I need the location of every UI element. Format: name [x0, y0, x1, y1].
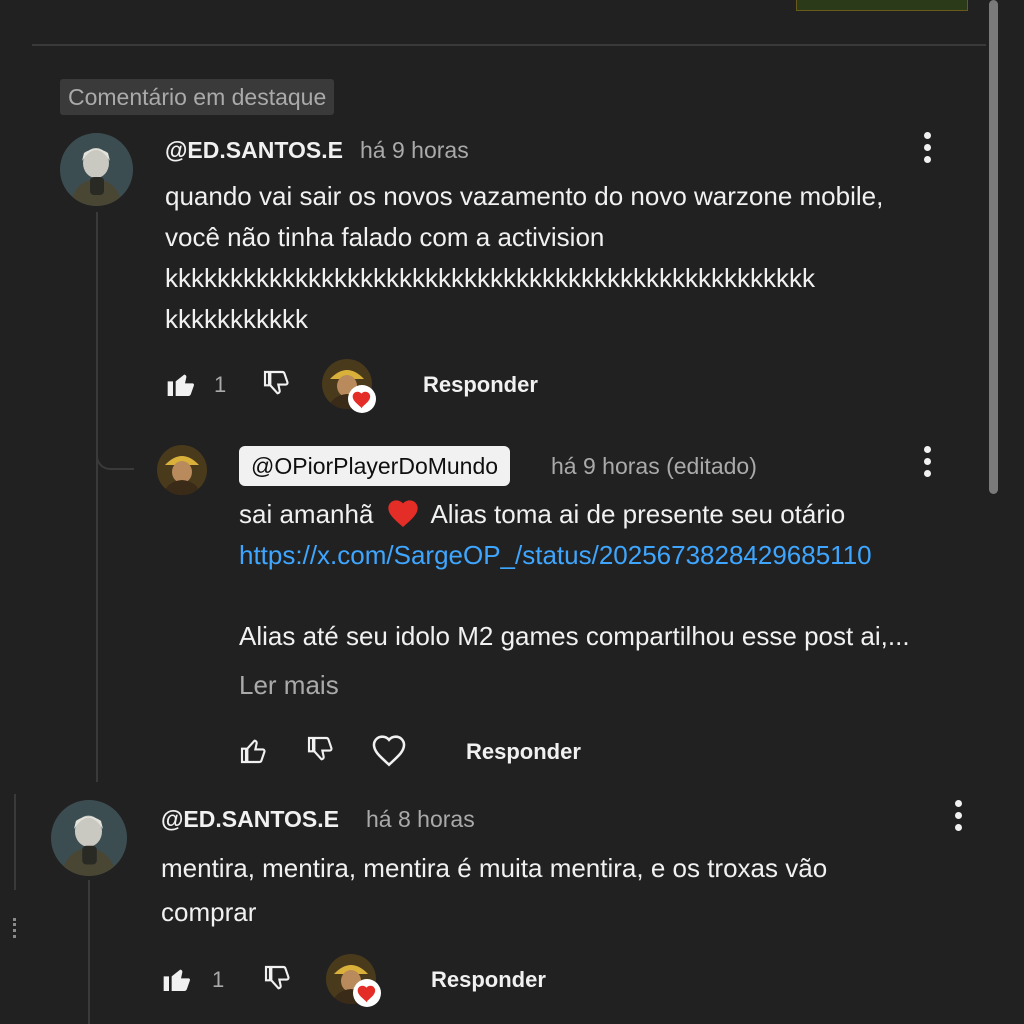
thumbs-down-icon[interactable]: [305, 734, 337, 771]
heart-icon: [348, 385, 376, 418]
avatar[interactable]: [157, 445, 207, 495]
reply-button[interactable]: Responder: [423, 372, 538, 398]
left-edge-dots: [13, 918, 19, 938]
thumbs-down-icon[interactable]: [262, 963, 294, 1000]
comment-text: mentira, mentira, mentira é muita mentir…: [161, 853, 828, 927]
avatar[interactable]: [60, 133, 133, 206]
pinned-comment-label: Comentário em destaque: [60, 79, 335, 115]
video-thumbnail-edge[interactable]: [796, 0, 968, 11]
reply-link[interactable]: https://x.com/SargeOP_/status/2025673828…: [239, 540, 872, 571]
thread-line: [96, 212, 98, 782]
left-edge-line: [14, 794, 16, 890]
heart-outline-icon[interactable]: [370, 732, 408, 773]
like-count: 1: [212, 967, 225, 992]
comment-text: quando vai sair os novos vazamento do no…: [165, 181, 884, 334]
thumbs-up-icon[interactable]: [238, 734, 270, 771]
section-divider: [32, 44, 986, 46]
more-vert-icon[interactable]: [924, 132, 932, 168]
scrollbar[interactable]: [989, 0, 998, 494]
thread-branch: [96, 420, 134, 470]
thumbs-up-icon[interactable]: [161, 963, 193, 1000]
heart-icon: [353, 979, 381, 1012]
reply-text-line3: Alias até seu idolo M2 games compartilho…: [239, 621, 910, 651]
thumbs-down-icon[interactable]: [261, 368, 293, 405]
comment-timestamp[interactable]: há 9 horas: [360, 137, 469, 164]
reply-timestamp[interactable]: há 9 horas (editado): [551, 453, 757, 480]
comment-timestamp[interactable]: há 8 horas: [366, 806, 475, 833]
more-vert-icon[interactable]: [924, 446, 932, 482]
heart-emoji-icon: [387, 498, 419, 540]
comment-author[interactable]: @ED.SANTOS.E: [161, 806, 339, 833]
thread-line: [88, 880, 90, 1024]
like-count: 1: [214, 372, 227, 397]
reply-button[interactable]: Responder: [431, 967, 546, 993]
reply-author-badge[interactable]: @OPiorPlayerDoMundo: [239, 446, 511, 486]
reply-text-line1: sai amanhã Alias toma ai de presente seu…: [239, 494, 845, 540]
more-vert-icon[interactable]: [955, 800, 963, 836]
reply-text-part: sai amanhã: [239, 499, 374, 529]
reply-button[interactable]: Responder: [466, 739, 581, 765]
comment-author[interactable]: @ED.SANTOS.E: [165, 137, 343, 164]
thumbs-up-icon[interactable]: [165, 368, 197, 405]
avatar[interactable]: [51, 800, 127, 876]
reply-text-part: Alias toma ai de presente seu otário: [430, 499, 846, 529]
read-more-link[interactable]: Ler mais: [239, 670, 339, 701]
